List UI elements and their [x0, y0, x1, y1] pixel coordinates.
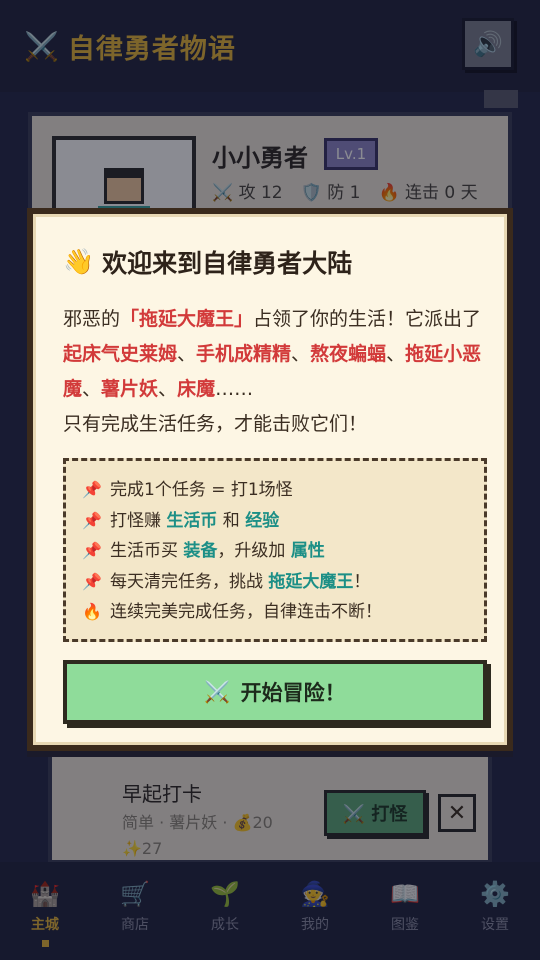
- boss-name: 「拖延大魔王」: [120, 308, 254, 330]
- rule-item: 📌 打怪赚 生活币 和 经验: [82, 506, 468, 537]
- separator: 、: [386, 343, 406, 365]
- pushpin-icon: 📌: [82, 541, 102, 560]
- ellipsis: ……: [215, 378, 254, 400]
- rule-text: 完成1个任务 = 打1场怪: [110, 480, 293, 500]
- start-adventure-button[interactable]: ⚔️ 开始冒险！: [63, 660, 487, 724]
- monster-name: 熬夜蝙蝠: [310, 343, 387, 365]
- rule-highlight: 装备: [183, 541, 218, 561]
- rule-item: 📌 生活币买 装备，升级加 属性: [82, 536, 468, 567]
- story-conclusion: 只有完成生活任务，才能击败它们！: [63, 413, 368, 435]
- rule-text-part: ，升级加: [217, 541, 291, 561]
- pushpin-icon: 📌: [82, 480, 102, 499]
- dialog-title-text: 欢迎来到自律勇者大陆: [102, 249, 353, 278]
- rule-item: 📌 每天清完任务，挑战 拖延大魔王！: [82, 567, 468, 598]
- start-adventure-label: 开始冒险！: [240, 681, 346, 705]
- rule-text-part: 打怪赚: [110, 510, 167, 531]
- dialog-title: 👋 欢迎来到自律勇者大陆: [63, 244, 352, 280]
- rule-text-part: 和: [217, 510, 246, 531]
- story-text: 邪恶的: [63, 308, 121, 330]
- story-intro: 邪恶的「拖延大魔王」占领了你的生活！它派出了起床气史莱姆、手机成精精、熬夜蝙蝠、…: [63, 302, 493, 442]
- rule-highlight: 经验: [245, 510, 280, 531]
- rule-highlight: 生活币: [166, 510, 218, 531]
- pushpin-icon: 📌: [82, 510, 102, 530]
- story-paragraph: 邪恶的「拖延大魔王」占领了你的生活！它派出了起床气史莱姆、手机成精精、熬夜蝙蝠、…: [63, 302, 493, 407]
- monster-name: 手机成精精: [196, 343, 292, 365]
- rule-text: 打怪赚 生活币 和 经验: [110, 506, 279, 537]
- welcome-dialog: 👋 欢迎来到自律勇者大陆 邪恶的「拖延大魔王」占领了你的生活！它派出了起床气史莱…: [27, 208, 513, 751]
- rule-item: 📌 完成1个任务 = 打1场怪: [82, 475, 468, 506]
- rule-highlight: 拖延大魔王: [268, 571, 354, 592]
- rule-text: 每天清完任务，挑战 拖延大魔王！: [110, 567, 370, 598]
- crossed-swords-icon: ⚔️: [204, 679, 231, 704]
- monster-name: 薯片妖: [101, 378, 159, 400]
- rules-box: 📌 完成1个任务 = 打1场怪 📌 打怪赚 生活币 和 经验 📌 生活币买 装备…: [63, 458, 487, 642]
- rule-text-part: ！: [353, 571, 371, 592]
- rule-text-part: 每天清完任务，挑战: [110, 571, 269, 592]
- pushpin-icon: 📌: [82, 571, 102, 591]
- rule-text-part: 生活币买: [110, 541, 184, 561]
- monster-name: 床魔: [177, 378, 216, 400]
- fire-icon: 🔥: [82, 602, 102, 621]
- story-text: 占领了你的生活！它派出了: [253, 308, 482, 330]
- waving-hand-icon: 👋: [63, 247, 95, 276]
- separator: 、: [158, 378, 178, 400]
- separator: 、: [82, 378, 102, 400]
- rule-text: 连续完美完成任务，自律连击不断！: [110, 602, 382, 622]
- rule-item: 🔥 连续完美完成任务，自律连击不断！: [82, 597, 468, 628]
- separator: 、: [177, 343, 197, 365]
- separator: 、: [291, 343, 311, 365]
- rule-highlight: 属性: [290, 541, 325, 561]
- monster-name: 起床气史莱姆: [63, 343, 178, 365]
- rule-text: 生活币买 装备，升级加 属性: [110, 536, 325, 567]
